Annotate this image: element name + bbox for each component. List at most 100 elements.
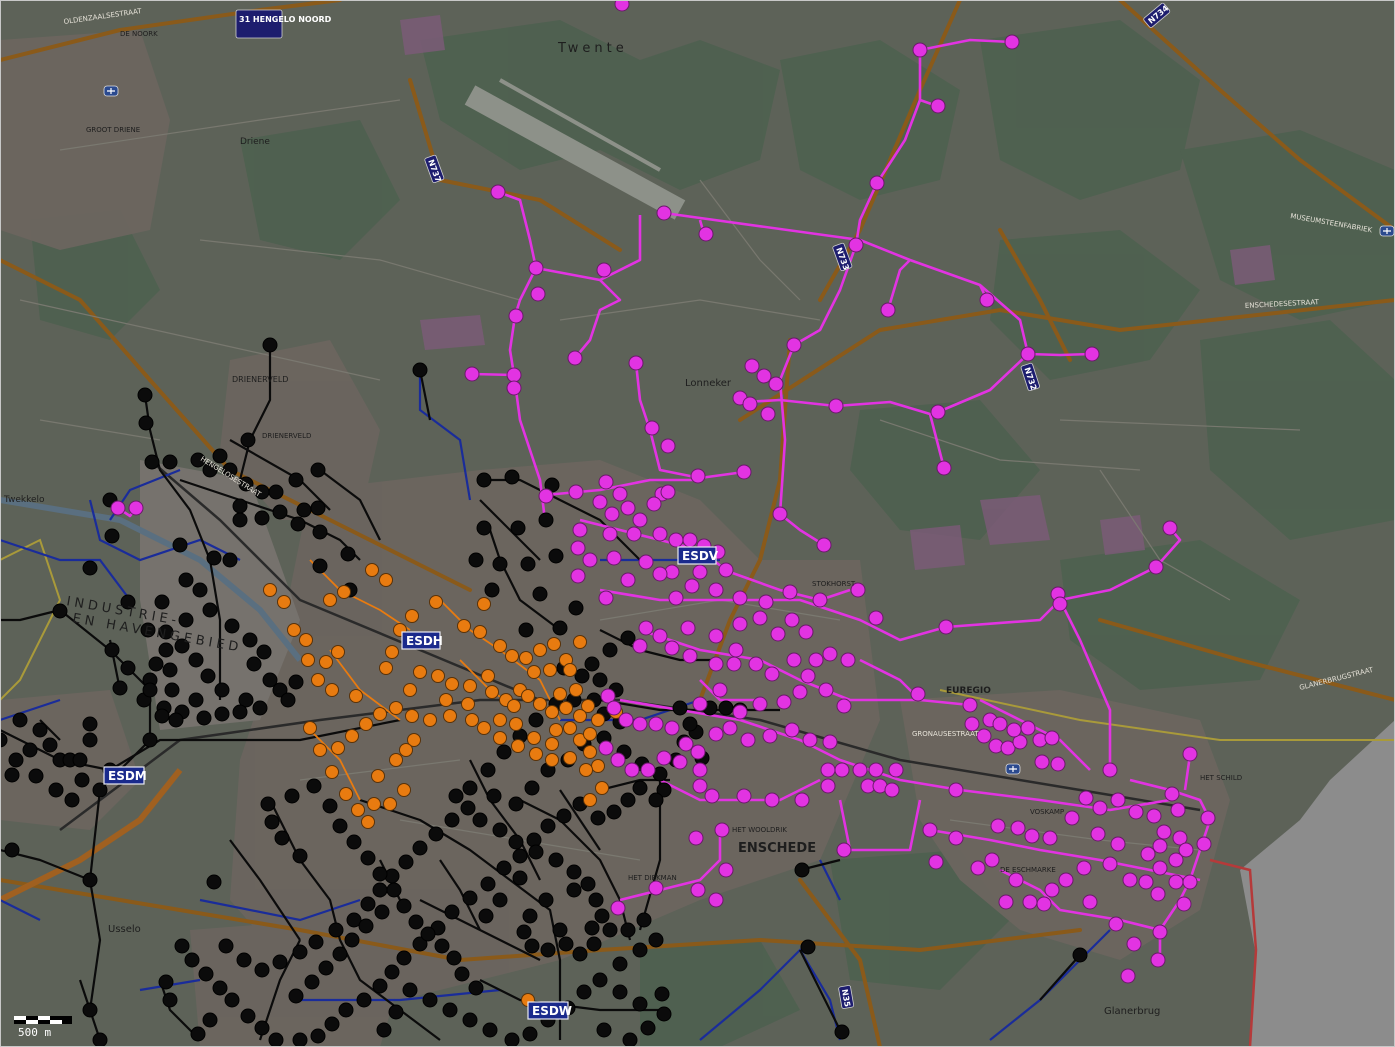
network-node[interactable] [752,696,768,712]
network-node[interactable] [529,747,543,761]
network-node[interactable] [563,663,577,677]
network-node[interactable] [668,532,684,548]
network-node[interactable] [660,484,676,500]
network-node[interactable] [202,602,218,618]
network-node[interactable] [192,582,208,598]
network-node[interactable] [277,595,291,609]
network-node[interactable] [910,686,926,702]
network-node[interactable] [596,262,612,278]
station-badge-esdw[interactable]: ESDW [527,1001,572,1020]
network-node[interactable] [492,822,508,838]
network-node[interactable] [672,700,688,716]
network-node[interactable] [288,988,304,1004]
network-node[interactable] [784,722,800,738]
network-node[interactable] [178,572,194,588]
network-node[interactable] [1170,802,1186,818]
network-node[interactable] [606,700,622,716]
network-node[interactable] [648,716,664,732]
network-node[interactable] [296,502,312,518]
network-node[interactable] [506,367,522,383]
network-node[interactable] [439,693,453,707]
network-node[interactable] [4,842,20,858]
network-node[interactable] [339,787,353,801]
network-node[interactable] [224,992,240,1008]
network-node[interactable] [496,744,512,760]
network-node[interactable] [800,668,816,684]
network-node[interactable] [457,619,471,633]
network-node[interactable] [528,260,544,276]
network-node[interactable] [1122,872,1138,888]
network-node[interactable] [764,666,780,682]
network-node[interactable] [188,692,204,708]
network-node[interactable] [930,404,946,420]
network-node[interactable] [284,788,300,804]
network-node[interactable] [568,484,584,500]
network-node[interactable] [648,792,664,808]
network-node[interactable] [692,778,708,794]
network-node[interactable] [992,716,1008,732]
network-node[interactable] [1152,860,1168,876]
network-node[interactable] [371,769,385,783]
network-node[interactable] [532,586,548,602]
network-node[interactable] [527,731,541,745]
network-node[interactable] [1082,894,1098,910]
network-node[interactable] [595,781,609,795]
network-node[interactable] [588,892,604,908]
network-node[interactable] [820,762,836,778]
network-node[interactable] [836,698,852,714]
network-node[interactable] [476,472,492,488]
network-node[interactable] [224,618,240,634]
network-node[interactable] [1110,836,1126,852]
network-node[interactable] [340,546,356,562]
network-node[interactable] [598,740,614,756]
network-node[interactable] [690,882,706,898]
network-node[interactable] [246,656,262,672]
network-node[interactable] [1176,896,1192,912]
network-node[interactable] [568,600,584,616]
network-node[interactable] [808,652,824,668]
network-node[interactable] [538,488,554,504]
network-node[interactable] [268,1032,284,1047]
network-node[interactable] [652,566,668,582]
network-node[interactable] [1148,559,1164,575]
network-node[interactable] [556,808,572,824]
network-node[interactable] [979,292,995,308]
network-node[interactable] [506,380,522,396]
network-node[interactable] [504,469,520,485]
network-node[interactable] [376,1022,392,1038]
network-node[interactable] [598,474,614,490]
network-node[interactable] [530,286,546,302]
network-node[interactable] [936,460,952,476]
network-node[interactable] [1108,916,1124,932]
network-node[interactable] [372,866,388,882]
network-node[interactable] [533,697,547,711]
network-node[interactable] [522,1026,538,1042]
network-node[interactable] [583,745,597,759]
network-node[interactable] [1110,792,1126,808]
network-node[interactable] [543,663,557,677]
network-node[interactable] [922,822,938,838]
network-node[interactable] [28,768,44,784]
network-map[interactable]: Twente Lonneker ENSCHEDE INDUSTRIE- EN H… [0,0,1395,1047]
network-node[interactable] [218,938,234,954]
network-node[interactable] [92,782,108,798]
network-node[interactable] [403,683,417,697]
network-node[interactable] [798,624,814,640]
network-node[interactable] [274,830,290,846]
network-node[interactable] [664,720,680,736]
network-node[interactable] [742,396,758,412]
network-node[interactable] [584,656,600,672]
network-node[interactable] [744,358,760,374]
network-node[interactable] [442,1002,458,1018]
network-node[interactable] [144,454,160,470]
network-node[interactable] [399,743,413,757]
network-node[interactable] [520,556,536,572]
network-node[interactable] [1010,820,1026,836]
network-node[interactable] [493,713,507,727]
network-node[interactable] [540,818,556,834]
network-node[interactable] [240,432,256,448]
network-node[interactable] [422,992,438,1008]
network-node[interactable] [280,692,296,708]
network-node[interactable] [82,872,98,888]
network-node[interactable] [708,582,724,598]
